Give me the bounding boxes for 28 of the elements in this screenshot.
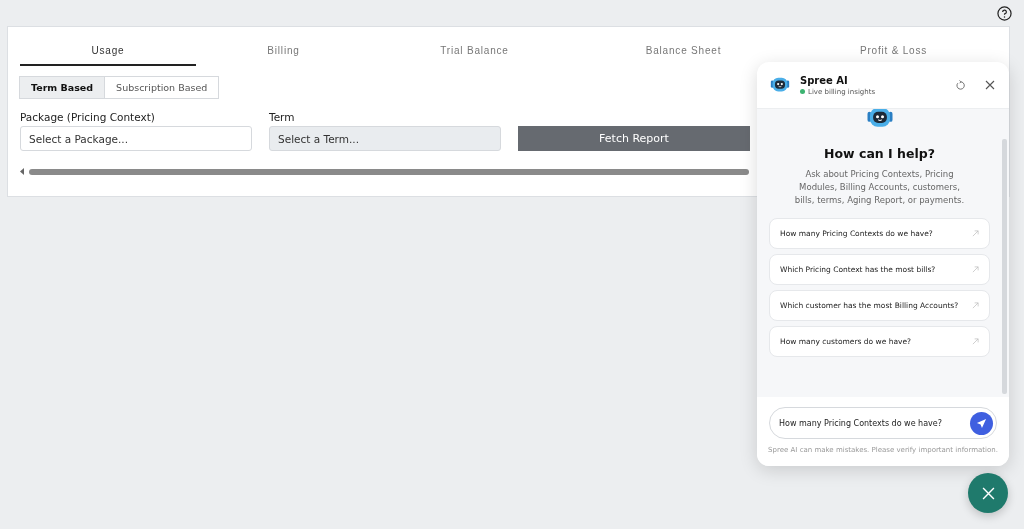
- send-icon: [976, 417, 987, 429]
- arrow-icon: [972, 338, 979, 345]
- report-tab[interactable]: Profit & Loss: [789, 27, 998, 66]
- chat-heading: How can I help?: [824, 146, 935, 161]
- arrow-icon: [972, 302, 979, 309]
- mode-toggle[interactable]: Subscription Based: [104, 76, 220, 99]
- arrow-icon: [972, 266, 979, 273]
- help-icon[interactable]: [997, 6, 1012, 21]
- field-label: Term: [269, 111, 296, 123]
- vertical-scrollbar[interactable]: [1002, 139, 1007, 394]
- close-icon[interactable]: [985, 80, 995, 90]
- message-field[interactable]: How many Pricing Contexts do we have?: [769, 407, 997, 439]
- scroll-left-icon[interactable]: [20, 168, 25, 175]
- report-tab[interactable]: Trial Balance: [371, 27, 578, 66]
- chat-intro: Ask about Pricing Contexts, Pricing Modules, Billing Accounts, customers, bills, terms, Aging Report, or payments.: [793, 168, 966, 207]
- close-chat-button[interactable]: [968, 473, 1008, 513]
- mode-toggle[interactable]: Term Based: [19, 76, 106, 99]
- fetch-report-button[interactable]: Fetch Report: [518, 126, 750, 151]
- report-tab[interactable]: Usage: [20, 27, 196, 66]
- arrow-icon: [972, 230, 979, 237]
- report-tab[interactable]: Billing: [196, 27, 371, 66]
- report-tab[interactable]: Balance Sheet: [578, 27, 789, 66]
- close-icon: [981, 486, 995, 500]
- select-field[interactable]: Select a Package...: [20, 126, 252, 151]
- horizontal-scrollbar[interactable]: [29, 168, 749, 175]
- field-label: Package (Pricing Context): [20, 111, 156, 123]
- chat-title: Spree AI: [800, 74, 849, 86]
- refresh-icon[interactable]: [955, 79, 966, 91]
